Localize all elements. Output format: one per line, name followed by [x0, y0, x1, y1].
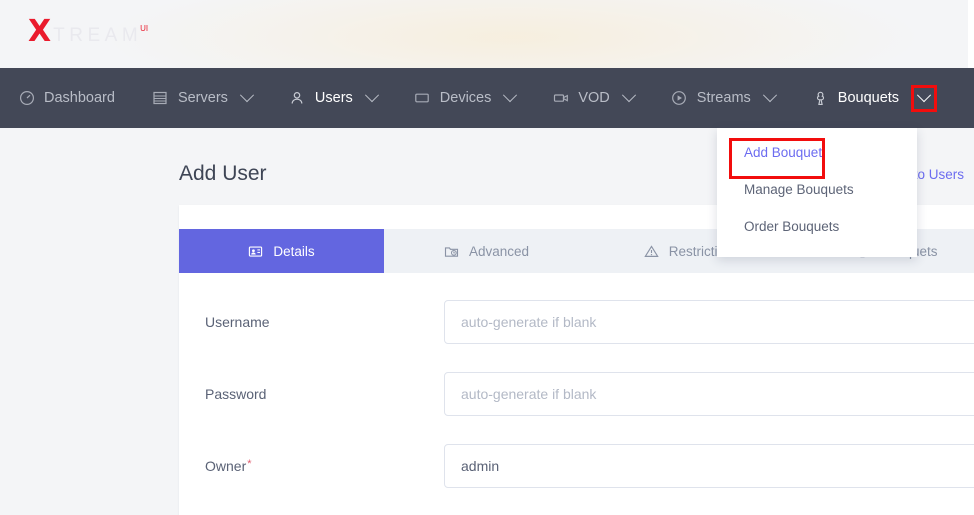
nav-item-servers[interactable]: Servers	[152, 88, 254, 107]
label-text-password: Password	[205, 386, 267, 402]
gauge-icon	[18, 90, 35, 107]
warning-icon	[644, 244, 659, 259]
bouquets-dropdown-menu: Add Bouquet Manage Bouquets Order Bouque…	[717, 128, 917, 257]
password-input[interactable]: auto-generate if blank	[444, 372, 974, 416]
clock-folder-icon	[444, 244, 459, 259]
nav-label-streams: Streams	[696, 90, 751, 106]
chevron-down-icon-users[interactable]	[364, 88, 379, 103]
label-text-username: Username	[205, 314, 270, 330]
brand-header-right-cap	[968, 0, 974, 68]
chevron-down-icon-servers[interactable]	[239, 88, 254, 103]
chevron-down-icon-streams[interactable]	[762, 88, 777, 103]
nav-item-vod[interactable]: VOD	[552, 88, 636, 107]
play-circle-icon	[671, 90, 688, 107]
owner-selected-value: admin	[461, 458, 500, 474]
main-navbar: Dashboard Servers Users Devices VOD Stre	[0, 68, 974, 128]
tab-label-advanced: Advanced	[468, 243, 530, 259]
nav-label-devices: Devices	[439, 90, 492, 106]
nav-item-dashboard[interactable]: Dashboard	[18, 90, 115, 107]
server-icon	[152, 90, 169, 107]
chevron-down-icon-vod[interactable]	[621, 88, 636, 103]
tab-label-details: Details	[273, 243, 315, 259]
dropdown-item-add-bouquet[interactable]: Add Bouquet	[717, 134, 917, 171]
brand-header: X TREAM UI	[0, 0, 968, 68]
form-row-password: Password auto-generate if blank	[179, 371, 974, 417]
device-icon	[414, 90, 431, 107]
username-placeholder-text: auto-generate if blank	[461, 314, 597, 330]
chevron-down-icon-devices[interactable]	[503, 88, 518, 103]
video-icon	[552, 90, 569, 107]
label-username: Username	[179, 314, 444, 330]
xtream-logo[interactable]: X TREAM UI	[28, 17, 150, 47]
dropdown-label-order-bouquets: Order Bouquets	[744, 219, 840, 234]
form-row-owner: Owner* admin	[179, 443, 974, 489]
nav-item-bouquets[interactable]: Bouquets	[812, 84, 938, 112]
bouquet-icon	[812, 90, 829, 107]
dropdown-item-manage-bouquets[interactable]: Manage Bouquets	[717, 171, 917, 208]
nav-item-streams[interactable]: Streams	[671, 88, 777, 107]
nav-item-devices[interactable]: Devices	[414, 88, 518, 107]
label-text-owner: Owner	[205, 458, 247, 474]
form-row-username: Username auto-generate if blank	[179, 299, 974, 345]
chevron-down-icon-bouquets[interactable]	[916, 88, 932, 103]
password-placeholder-text: auto-generate if blank	[461, 386, 597, 402]
user-icon	[289, 90, 306, 107]
username-input[interactable]: auto-generate if blank	[444, 300, 974, 344]
nav-item-users[interactable]: Users	[289, 88, 379, 107]
tab-advanced[interactable]: Advanced	[384, 229, 589, 273]
id-card-icon	[248, 244, 263, 259]
dropdown-label-manage-bouquets: Manage Bouquets	[744, 182, 854, 197]
nav-label-bouquets: Bouquets	[837, 90, 900, 106]
add-user-form: Username auto-generate if blank Password…	[179, 273, 974, 489]
nav-label-users: Users	[314, 90, 353, 106]
nav-label-servers: Servers	[177, 90, 228, 106]
label-password: Password	[179, 386, 444, 402]
dropdown-item-order-bouquets[interactable]: Order Bouquets	[717, 208, 917, 245]
required-marker-owner: *	[247, 458, 252, 470]
nav-label-dashboard: Dashboard	[44, 90, 115, 106]
label-owner: Owner*	[179, 458, 444, 474]
logo-superscript: UI	[140, 24, 149, 33]
owner-select[interactable]: admin	[444, 444, 974, 488]
dropdown-label-add-bouquet: Add Bouquet	[744, 145, 823, 160]
logo-x-mark: X	[28, 14, 52, 49]
tab-details[interactable]: Details	[179, 229, 384, 273]
bouquets-dropdown-toggle-highlight[interactable]	[911, 84, 938, 112]
logo-wordmark: TREAM	[53, 25, 143, 46]
nav-label-vod: VOD	[578, 90, 610, 106]
page-title: Add User	[179, 162, 267, 185]
